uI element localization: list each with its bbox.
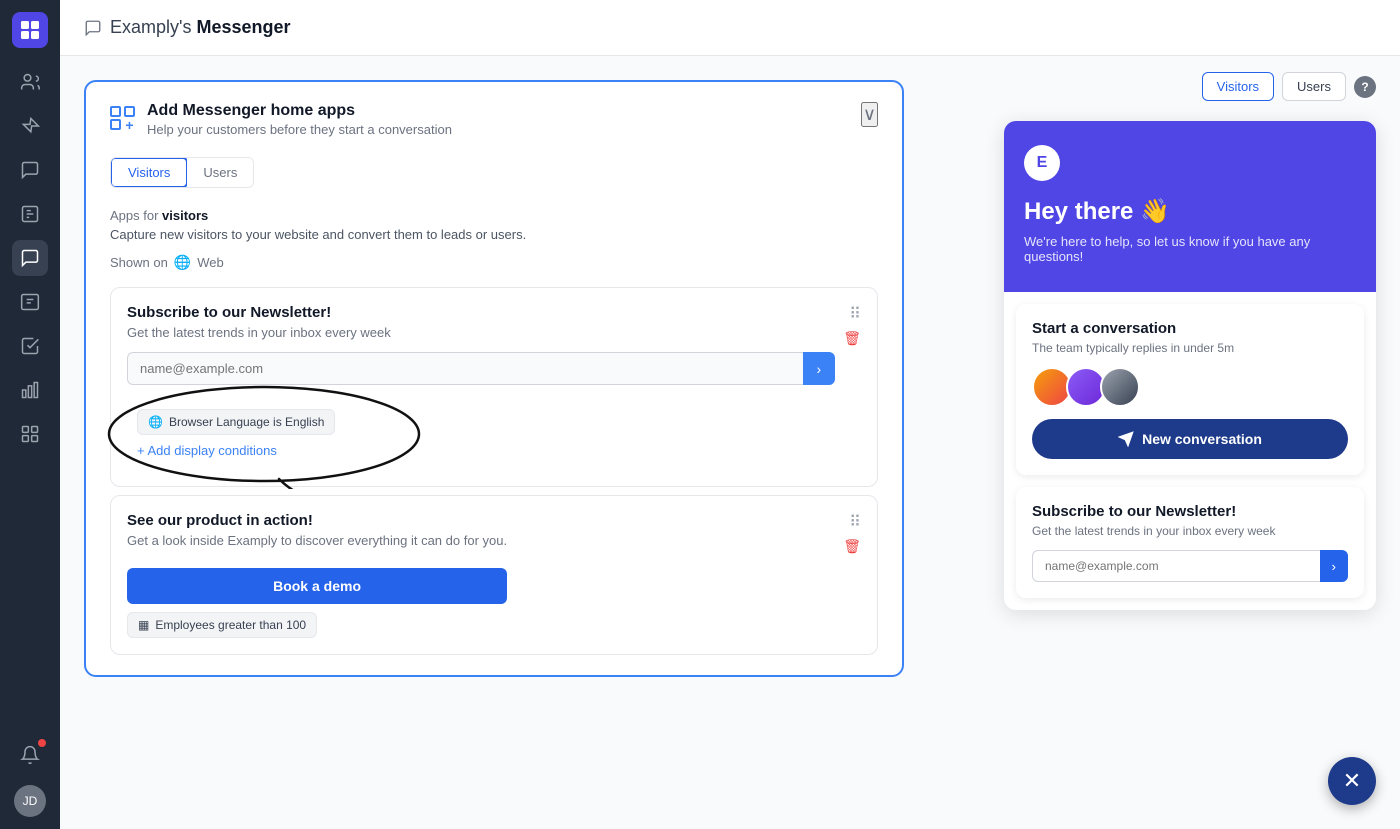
close-messenger-button[interactable]: ✕ — [1328, 757, 1376, 805]
demo-desc: Get a look inside Examply to discover ev… — [127, 533, 507, 548]
demo-drag-handle[interactable]: ⠿ — [849, 512, 861, 532]
employees-icon: ▦ — [138, 618, 149, 632]
sidebar-logo — [12, 12, 48, 48]
new-conv-icon — [1118, 431, 1134, 447]
newsletter-desc: Get the latest trends in your inbox ever… — [127, 325, 835, 340]
sidebar-item-users[interactable] — [12, 64, 48, 100]
icon-square1 — [110, 106, 121, 117]
card-title-block: Add Messenger home apps Help your custom… — [147, 102, 452, 137]
sidebar-item-chat[interactable] — [12, 152, 48, 188]
card-subtitle: Help your customers before they start a … — [147, 122, 452, 137]
newsletter-actions: ⠿ 🗑 — [843, 304, 861, 347]
newsletter-content: Subscribe to our Newsletter! Get the lat… — [127, 304, 835, 385]
demo-content: See our product in action! Get a look in… — [127, 512, 507, 604]
add-condition-button[interactable]: + Add display conditions — [137, 443, 277, 458]
collapse-button[interactable]: ∨ — [861, 102, 878, 127]
sidebar-item-reports[interactable] — [12, 196, 48, 232]
preview-tab-visitors[interactable]: Visitors — [1202, 72, 1274, 101]
left-panel: + Add Messenger home apps Help your cust… — [60, 56, 980, 829]
newsletter-card-header: Subscribe to our Newsletter! Get the lat… — [127, 304, 861, 385]
condition-section: 🌐 Browser Language is English + Add disp… — [127, 397, 365, 470]
messenger-apps-card: + Add Messenger home apps Help your cust… — [84, 80, 904, 677]
newsletter-email-row: › — [127, 352, 835, 385]
audience-tabs: Visitors Users — [110, 157, 254, 188]
icon-plus: + — [124, 119, 135, 130]
shown-on-row: Shown on 🌐 Web — [110, 254, 878, 271]
start-conv-desc: The team typically replies in under 5m — [1032, 341, 1348, 355]
sidebar: JD — [0, 0, 60, 829]
sidebar-item-campaigns[interactable] — [12, 108, 48, 144]
icon-square3 — [110, 119, 121, 130]
demo-card-header: See our product in action! Get a look in… — [127, 512, 861, 604]
card-header: + Add Messenger home apps Help your cust… — [110, 102, 878, 137]
card-icon: + — [110, 106, 135, 130]
employees-condition-text: Employees greater than 100 — [155, 618, 306, 632]
content-area: + Add Messenger home apps Help your cust… — [60, 56, 1400, 829]
newsletter-app-card: Subscribe to our Newsletter! Get the lat… — [110, 287, 878, 487]
sidebar-item-checklist[interactable] — [12, 328, 48, 364]
condition-text: Browser Language is English — [169, 415, 324, 429]
messenger-newsletter-desc: Get the latest trends in your inbox ever… — [1032, 524, 1348, 538]
messenger-brand-avatar: E — [1024, 145, 1060, 181]
messenger-preview-widget: E Hey there 👋 We're here to help, so let… — [1004, 121, 1376, 610]
messenger-greeting: Hey there 👋 — [1024, 197, 1356, 226]
new-conversation-button[interactable]: New conversation — [1032, 419, 1348, 459]
apps-description: Capture new visitors to your website and… — [110, 227, 878, 242]
globe-icon: 🌐 — [174, 254, 191, 271]
messenger-newsletter-input[interactable] — [1032, 550, 1320, 582]
card-title: Add Messenger home apps — [147, 102, 452, 120]
newsletter-title: Subscribe to our Newsletter! — [127, 304, 835, 321]
main-content: Examply's Messenger — [60, 0, 1400, 829]
sidebar-item-grid[interactable] — [12, 416, 48, 452]
start-conversation-card: Start a conversation The team typically … — [1016, 304, 1364, 475]
apps-for-label: Apps for visitors — [110, 208, 878, 223]
messenger-newsletter-title: Subscribe to our Newsletter! — [1032, 503, 1348, 520]
newsletter-email-input[interactable] — [127, 352, 803, 385]
sidebar-item-contacts[interactable] — [12, 284, 48, 320]
notification-dot — [38, 739, 46, 747]
card-header-left: + Add Messenger home apps Help your cust… — [110, 102, 452, 137]
book-demo-button[interactable]: Book a demo — [127, 568, 507, 604]
right-panel: Visitors Users ? E Hey there 👋 We're her… — [980, 56, 1400, 829]
condition-badge: 🌐 Browser Language is English — [137, 409, 335, 435]
delete-newsletter-button[interactable]: 🗑 — [843, 330, 861, 347]
messenger-subtext: We're here to help, so let us know if yo… — [1024, 234, 1356, 264]
condition-globe-icon: 🌐 — [148, 415, 163, 429]
sidebar-item-analytics[interactable] — [12, 372, 48, 408]
avatar-3 — [1100, 367, 1140, 407]
sidebar-item-messenger[interactable] — [12, 240, 48, 276]
start-conv-title: Start a conversation — [1032, 320, 1348, 337]
demo-app-card: See our product in action! Get a look in… — [110, 495, 878, 655]
tab-visitors[interactable]: Visitors — [110, 157, 188, 188]
demo-title: See our product in action! — [127, 512, 507, 529]
delete-demo-button[interactable]: 🗑 — [843, 538, 861, 555]
messenger-preview-header: E Hey there 👋 We're here to help, so let… — [1004, 121, 1376, 292]
team-avatars — [1032, 367, 1348, 407]
preview-tabs: Visitors Users ? — [1004, 72, 1376, 101]
messenger-newsletter-submit[interactable]: › — [1320, 550, 1348, 582]
messenger-newsletter-card: Subscribe to our Newsletter! Get the lat… — [1016, 487, 1364, 598]
user-avatar[interactable]: JD — [14, 785, 46, 817]
icon-square2 — [124, 106, 135, 117]
help-icon[interactable]: ? — [1354, 76, 1376, 98]
newsletter-submit-button[interactable]: › — [803, 352, 836, 385]
employees-condition-badge: ▦ Employees greater than 100 — [127, 612, 317, 638]
notifications-icon-wrap — [12, 737, 48, 773]
topbar: Examply's Messenger — [60, 0, 1400, 56]
demo-actions: ⠿ 🗑 — [843, 512, 861, 604]
messenger-newsletter-email-row: › — [1032, 550, 1348, 582]
tab-users[interactable]: Users — [187, 158, 253, 187]
drag-handle[interactable]: ⠿ — [849, 304, 861, 324]
preview-tab-users[interactable]: Users — [1282, 72, 1346, 101]
topbar-title: Examply's Messenger — [110, 17, 291, 38]
topbar-messenger-icon — [84, 19, 102, 37]
